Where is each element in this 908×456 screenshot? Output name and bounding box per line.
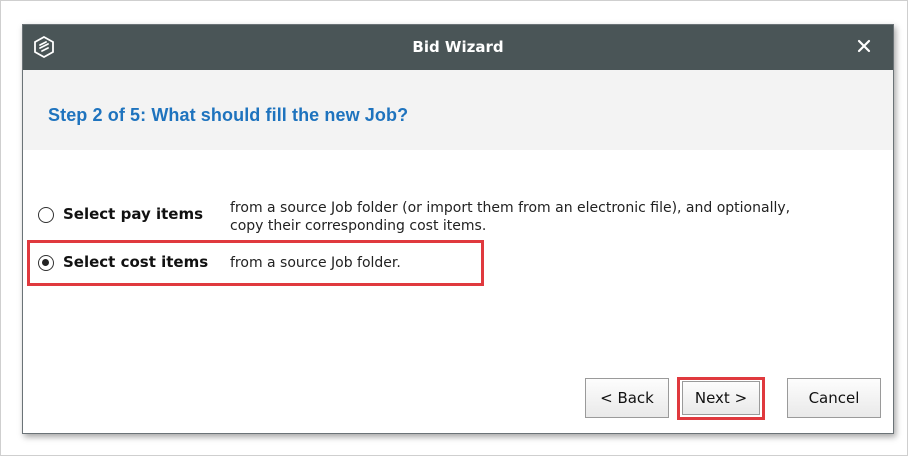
close-icon[interactable] — [853, 35, 875, 57]
window-title: Bid Wizard — [412, 38, 504, 56]
pay-items-description-line1: from a source Job folder (or import them… — [230, 200, 791, 216]
back-button[interactable]: < Back — [585, 378, 669, 418]
title-bar[interactable]: Bid Wizard — [23, 25, 893, 70]
pay-items-description-line2: copy their corresponding cost items. — [230, 218, 487, 234]
step-header: Step 2 of 5: What should fill the new Jo… — [23, 70, 893, 150]
pay-items-label[interactable]: Select pay items — [63, 205, 203, 223]
bid-wizard-dialog: Bid Wizard Step 2 of 5: What should fill… — [22, 24, 894, 434]
cost-items-radio[interactable] — [38, 255, 54, 271]
cancel-button[interactable]: Cancel — [787, 378, 881, 418]
cost-items-description: from a source Job folder. — [230, 255, 401, 271]
cost-items-label[interactable]: Select cost items — [63, 253, 208, 271]
pay-items-radio[interactable] — [38, 207, 54, 223]
next-button[interactable]: Next > — [682, 381, 760, 415]
options-panel: Select pay items from a source Job folde… — [23, 150, 893, 360]
step-title: Step 2 of 5: What should fill the new Jo… — [48, 105, 409, 125]
